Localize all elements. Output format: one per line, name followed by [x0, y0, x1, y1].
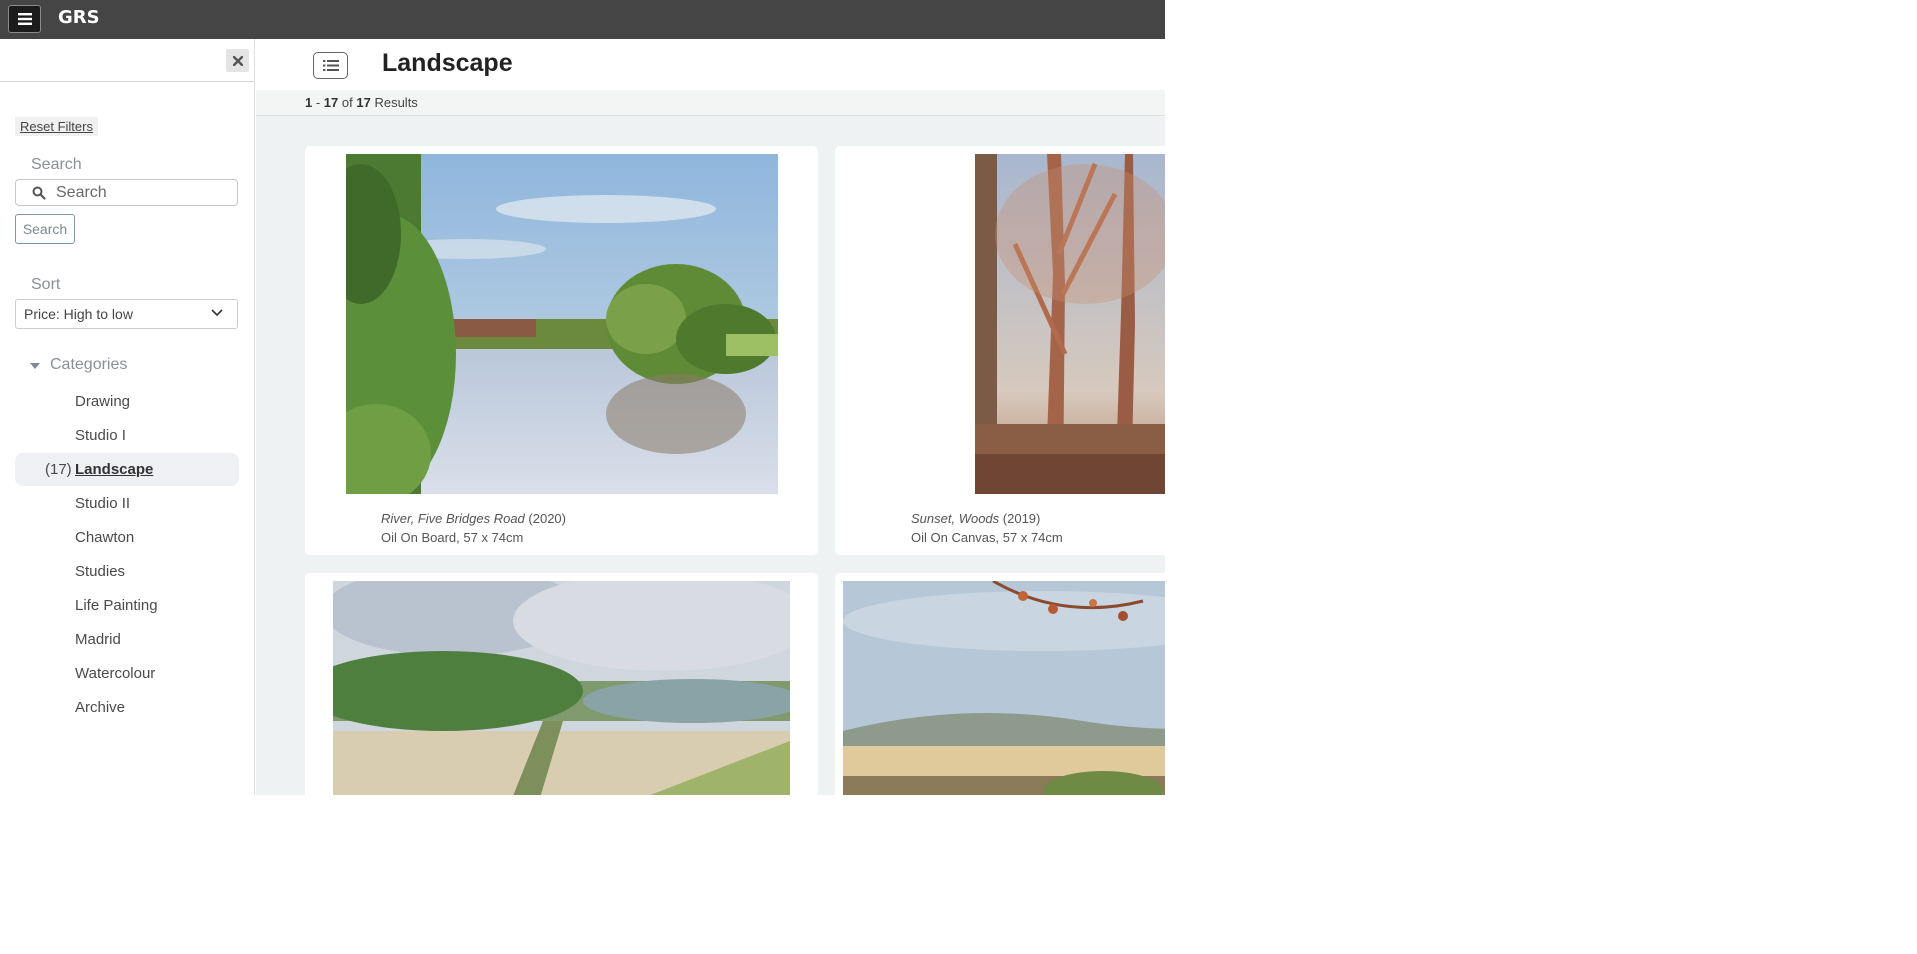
category-item-drawing[interactable]: Drawing [15, 385, 239, 418]
category-label: Madrid [75, 631, 121, 648]
category-label: Landscape [75, 461, 154, 478]
search-icon [32, 186, 46, 200]
hamburger-menu-button[interactable] [8, 5, 41, 33]
category-label: Life Painting [75, 597, 158, 614]
category-item-studies[interactable]: Studies [15, 555, 239, 588]
category-item-madrid[interactable]: Madrid [15, 623, 239, 656]
category-item-watercolour[interactable]: Watercolour [15, 657, 239, 690]
list-icon [322, 60, 339, 71]
search-button[interactable]: Search [15, 214, 75, 244]
sort-label: Sort [31, 276, 61, 293]
artwork-medium: Oil On Board, 57 x 74cm [381, 530, 524, 545]
artwork-title[interactable]: Sunset, Woods [911, 511, 999, 526]
caret-down-icon [30, 363, 40, 369]
sort-select-value: Price: High to low [24, 306, 133, 322]
artwork-card[interactable] [835, 573, 1165, 795]
category-item-chawton[interactable]: Chawton [15, 521, 239, 554]
category-label: Drawing [75, 393, 131, 410]
artwork-card[interactable]: River, Five Bridges Road (2020) Oil On B… [305, 146, 818, 555]
app-window: GRS Reset Filters Search Search Sort Pri… [0, 0, 1165, 795]
close-icon [232, 55, 243, 66]
category-label: Studio I [75, 427, 126, 444]
sidebar-header [0, 39, 254, 82]
artwork-year: (2019) [1002, 511, 1041, 526]
close-sidebar-button[interactable] [226, 49, 249, 72]
artwork-image-hills[interactable] [843, 581, 1165, 795]
search-label: Search [31, 156, 82, 173]
top-navbar: GRS [0, 0, 1165, 39]
category-label: Studies [75, 563, 126, 580]
category-item-life-painting[interactable]: Life Painting [15, 589, 239, 622]
artwork-card[interactable]: Sunset, Woods (2019) Oil On Canvas, 57 x… [835, 146, 1165, 555]
search-field[interactable] [15, 179, 238, 206]
category-item-archive[interactable]: Archive [15, 691, 239, 724]
artwork-caption: Sunset, Woods (2019) Oil On Canvas, 57 x… [911, 509, 1063, 547]
artwork-title[interactable]: River, Five Bridges Road [381, 511, 525, 526]
results-count: 1 - 17 of 17 Results [305, 95, 418, 110]
artwork-image-river[interactable] [346, 154, 778, 494]
category-count: (17) [45, 461, 72, 478]
reset-filters-button[interactable]: Reset Filters [15, 117, 98, 136]
list-view-toggle-button[interactable] [313, 52, 348, 79]
artwork-year: (2020) [528, 511, 566, 526]
category-label: Studio II [75, 495, 131, 512]
artwork-card[interactable] [305, 573, 818, 795]
hamburger-icon [17, 13, 32, 25]
category-item-landscape[interactable]: (17) Landscape [15, 453, 239, 486]
category-label: Chawton [75, 529, 135, 546]
main-header: Landscape [256, 39, 1165, 90]
page-title: Landscape [382, 49, 513, 77]
main-content: Landscape 1 - 17 of 17 Results River, Fi… [256, 39, 1165, 795]
category-item-studio-i[interactable]: Studio I [15, 419, 239, 452]
category-label: Watercolour [75, 665, 156, 682]
category-item-studio-ii[interactable]: Studio II [15, 487, 239, 520]
category-label: Archive [75, 699, 126, 716]
artwork-image-fields[interactable] [333, 581, 790, 795]
artwork-caption: River, Five Bridges Road (2020) Oil On B… [381, 509, 566, 547]
filter-sidebar: Reset Filters Search Search Sort Price: … [0, 39, 255, 795]
artwork-image-woods[interactable] [975, 154, 1165, 494]
search-input[interactable] [56, 182, 226, 203]
categories-label: Categories [50, 356, 128, 373]
chevron-down-icon [211, 309, 223, 317]
artwork-medium: Oil On Canvas, 57 x 74cm [911, 530, 1063, 545]
sort-select[interactable]: Price: High to low [15, 299, 238, 329]
results-count-bar: 1 - 17 of 17 Results [256, 90, 1165, 116]
brand-logo-text[interactable]: GRS [58, 7, 100, 29]
